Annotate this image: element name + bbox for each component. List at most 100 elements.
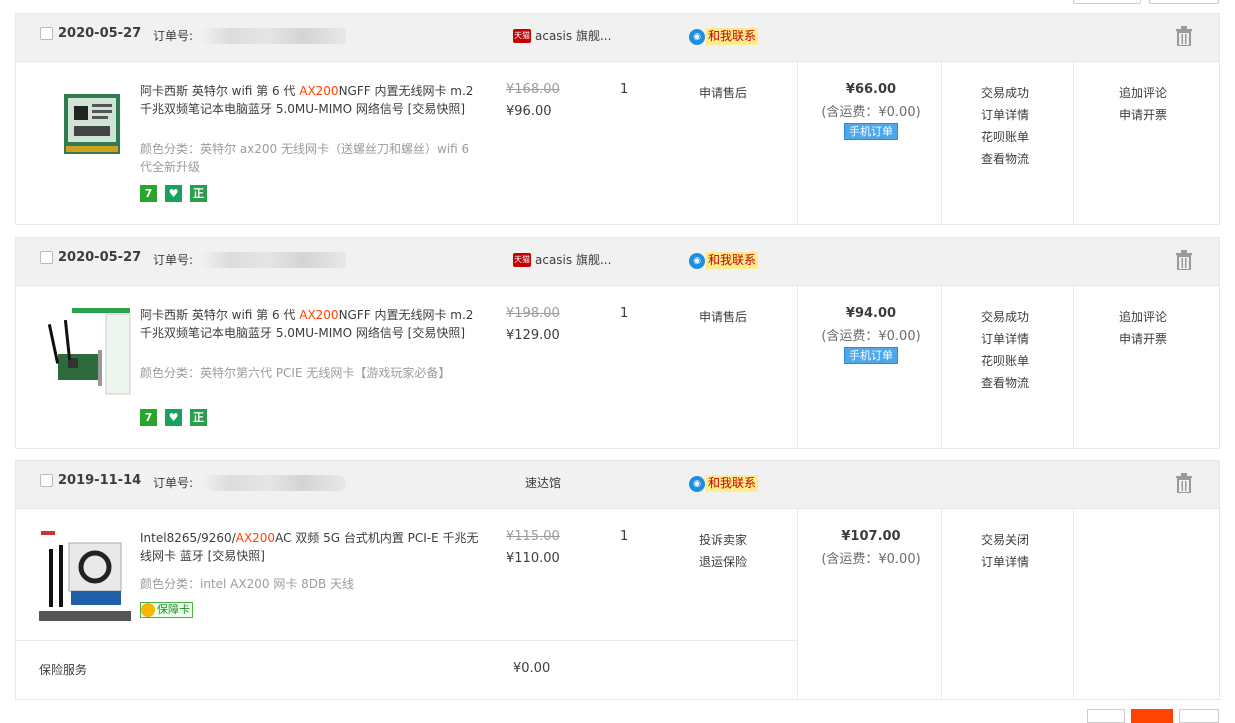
page-button[interactable] xyxy=(1179,709,1219,723)
contact-label: 和我联系 xyxy=(706,475,759,492)
total-amount: ¥66.00 xyxy=(845,82,897,97)
order-detail-link[interactable]: 订单详情 xyxy=(981,328,1029,350)
service-icons: 7 ♥ 正 xyxy=(140,409,207,426)
actual-price: ¥129.00 xyxy=(506,328,560,343)
contact-label: 和我联系 xyxy=(706,252,759,269)
product-thumbnail[interactable] xyxy=(44,306,132,396)
contact-label: 和我联系 xyxy=(706,28,759,45)
quantity: 1 xyxy=(620,82,629,97)
actual-price: ¥110.00 xyxy=(506,551,560,566)
order-date: 2019-11-14 xyxy=(58,473,142,488)
quantity: 1 xyxy=(620,529,629,544)
guarantee-icon xyxy=(141,603,155,617)
order-total: ¥107.00 (含运费：¥0.00) xyxy=(799,529,943,567)
genuine-icon[interactable]: 正 xyxy=(190,185,207,202)
shop-link[interactable]: 天猫 acasis 旗舰... xyxy=(513,251,611,268)
seven-day-return-icon[interactable]: 7 xyxy=(140,185,157,202)
page-button[interactable] xyxy=(1087,709,1125,723)
product-thumbnail[interactable] xyxy=(39,529,131,621)
add-review-link[interactable]: 追加评论 xyxy=(1119,82,1167,104)
order-header: 2020-05-27 订单号: 天猫 acasis 旗舰... ◉ 和我联系 xyxy=(16,238,1219,286)
product-sku: 颜色分类：英特尔第六代 PCIE 无线网卡【游戏玩家必备】 xyxy=(140,366,451,380)
insurance-service-row: 保险服务 ¥0.00 xyxy=(16,640,798,700)
guarantee-icon[interactable]: ♥ xyxy=(165,409,182,426)
product-sku: 颜色分类：英特尔 ax200 无线网卡（送螺丝刀和螺丝）wifi 6 代全新升级 xyxy=(140,142,470,174)
trade-status: 交易关闭 xyxy=(981,533,1030,547)
actual-price: ¥96.00 xyxy=(506,104,552,119)
order-card: 2020-05-27 订单号: 天猫 acasis 旗舰... ◉ 和我联系 阿… xyxy=(15,237,1220,449)
total-amount: ¥94.00 xyxy=(845,306,897,321)
product-title-link[interactable]: 阿卡西斯 英特尔 wifi 第 6 代 AX200NGFF 内置无线网卡 m.2… xyxy=(140,306,480,342)
order-checkbox[interactable] xyxy=(40,251,53,264)
quantity: 1 xyxy=(620,306,629,321)
huabei-bill-link[interactable]: 花呗账单 xyxy=(981,126,1029,148)
wangwang-icon: ◉ xyxy=(689,252,705,269)
insurance-service-label: 保险服务 xyxy=(39,663,88,677)
guarantee-card-badge[interactable]: 保障卡 xyxy=(140,602,193,618)
product-sku: 颜色分类：intel AX200 网卡 8DB 天线 xyxy=(140,577,355,591)
shipping-fee: (含运费：¥0.00) xyxy=(821,552,921,567)
view-logistics-link[interactable]: 查看物流 xyxy=(981,372,1029,394)
shop-name: acasis 旗舰... xyxy=(535,253,612,267)
shop-link[interactable]: 天猫 acasis 旗舰... xyxy=(513,27,611,44)
product-title-link[interactable]: Intel8265/9260/AX200AC 双频 5G 台式机内置 PCI-E… xyxy=(140,529,480,565)
genuine-icon[interactable]: 正 xyxy=(190,409,207,426)
order-total: ¥66.00 (含运费：¥0.00) 手机订单 xyxy=(799,82,943,140)
order-detail-link[interactable]: 订单详情 xyxy=(981,104,1029,126)
order-body: 阿卡西斯 英特尔 wifi 第 6 代 AX200NGFF 内置无线网卡 m.2… xyxy=(16,62,1219,223)
pager-next-button[interactable] xyxy=(1149,0,1219,4)
order-card: 2020-05-27 订单号: 天猫 acasis 旗舰... ◉ 和我联系 阿… xyxy=(15,13,1220,225)
pager-prev-button[interactable] xyxy=(1073,0,1141,4)
request-after-sale-link[interactable]: 申请售后 xyxy=(699,306,747,328)
shop-name: acasis 旗舰... xyxy=(535,29,612,43)
add-review-link[interactable]: 追加评论 xyxy=(1119,306,1167,328)
contact-seller-button[interactable]: ◉ 和我联系 xyxy=(689,475,759,492)
request-after-sale-link[interactable]: 申请售后 xyxy=(699,82,747,104)
tmall-icon: 天猫 xyxy=(513,28,531,43)
mobile-order-badge: 手机订单 xyxy=(844,123,898,140)
return-shipping-insurance-link[interactable]: 退运保险 xyxy=(699,551,747,573)
view-logistics-link[interactable]: 查看物流 xyxy=(981,148,1029,170)
request-invoice-link[interactable]: 申请开票 xyxy=(1119,104,1167,126)
trade-status: 交易成功 xyxy=(981,86,1030,100)
order-checkbox[interactable] xyxy=(40,27,53,40)
mobile-order-badge: 手机订单 xyxy=(844,347,898,364)
shop-link[interactable]: 速达馆 xyxy=(525,474,561,491)
total-amount: ¥107.00 xyxy=(841,529,901,544)
contact-seller-button[interactable]: ◉ 和我联系 xyxy=(689,28,759,45)
order-header: 2019-11-14 订单号: 速达馆 ◉ 和我联系 xyxy=(16,461,1219,509)
wangwang-icon: ◉ xyxy=(689,28,705,45)
wangwang-icon: ◉ xyxy=(689,475,705,492)
original-price: ¥168.00 xyxy=(506,82,560,97)
order-number-label: 订单号: xyxy=(153,476,194,490)
seven-day-return-icon[interactable]: 7 xyxy=(140,409,157,426)
shop-name: 速达馆 xyxy=(525,476,562,490)
order-number-label: 订单号: xyxy=(153,29,194,43)
order-number-redacted xyxy=(202,252,346,268)
order-detail-link[interactable]: 订单详情 xyxy=(981,551,1029,573)
original-price: ¥115.00 xyxy=(506,529,560,544)
complain-seller-link[interactable]: 投诉卖家 xyxy=(699,529,747,551)
trade-status: 交易成功 xyxy=(981,310,1030,324)
order-body: Intel8265/9260/AX200AC 双频 5G 台式机内置 PCI-E… xyxy=(16,509,1219,698)
service-icons: 7 ♥ 正 xyxy=(140,185,207,202)
product-thumbnail[interactable] xyxy=(56,86,132,162)
order-number-label: 订单号: xyxy=(153,253,194,267)
trash-icon[interactable] xyxy=(1175,250,1193,270)
request-invoice-link[interactable]: 申请开票 xyxy=(1119,328,1167,350)
huabei-bill-link[interactable]: 花呗账单 xyxy=(981,350,1029,372)
product-title-link[interactable]: 阿卡西斯 英特尔 wifi 第 6 代 AX200NGFF 内置无线网卡 m.2… xyxy=(140,82,480,118)
guarantee-icon[interactable]: ♥ xyxy=(165,185,182,202)
order-number-redacted xyxy=(202,475,346,491)
order-total: ¥94.00 (含运费：¥0.00) 手机订单 xyxy=(799,306,943,364)
insurance-price: ¥0.00 xyxy=(513,661,551,676)
shipping-fee: (含运费：¥0.00) xyxy=(821,105,921,120)
page-current-button[interactable] xyxy=(1131,709,1173,723)
original-price: ¥198.00 xyxy=(506,306,560,321)
guarantee-label: 保障卡 xyxy=(157,603,190,616)
order-checkbox[interactable] xyxy=(40,474,53,487)
trash-icon[interactable] xyxy=(1175,473,1193,493)
order-card: 2019-11-14 订单号: 速达馆 ◉ 和我联系 Intel8265/926… xyxy=(15,460,1220,700)
trash-icon[interactable] xyxy=(1175,26,1193,46)
contact-seller-button[interactable]: ◉ 和我联系 xyxy=(689,252,759,269)
